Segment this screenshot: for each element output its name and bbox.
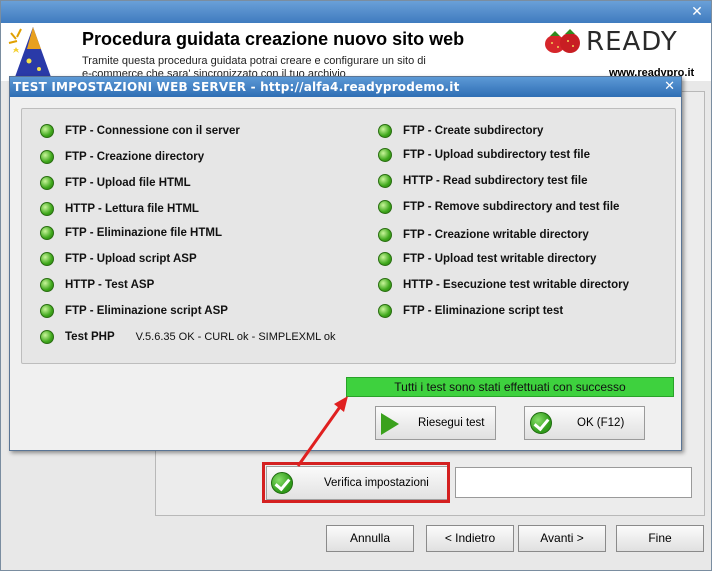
finish-button[interactable]: Fine [616, 525, 704, 552]
test-label: FTP - Upload script ASP [65, 253, 197, 265]
status-ok-icon [40, 278, 54, 292]
dialog-title: TEST IMPOSTAZIONI WEB SERVER - http://al… [13, 80, 460, 94]
test-row: FTP - Creazione writable directory [378, 226, 589, 244]
status-ok-icon [378, 124, 392, 138]
wizard-title: Procedura guidata creazione nuovo sito w… [82, 29, 465, 49]
verify-settings-label: Verifica impostazioni [324, 477, 429, 489]
test-label: FTP - Upload subdirectory test file [403, 149, 591, 161]
status-ok-icon [378, 304, 392, 318]
test-row: HTTP - Read subdirectory test file [378, 172, 587, 190]
test-row: FTP - Creazione directory [40, 148, 204, 166]
test-label: FTP - Eliminazione script test [403, 305, 564, 317]
dialog-titlebar: TEST IMPOSTAZIONI WEB SERVER - http://al… [10, 77, 681, 97]
wizard-titlebar: ✕ [1, 1, 711, 23]
status-ok-icon [40, 124, 54, 138]
retry-test-button[interactable]: Riesegui test [375, 406, 496, 440]
test-row: FTP - Upload subdirectory test file [378, 146, 590, 164]
strawberry-logo-icon [545, 29, 580, 53]
status-ok-icon [378, 148, 392, 162]
status-ok-icon [40, 330, 54, 344]
test-label: HTTP - Esecuzione test writable director… [403, 279, 630, 291]
test-label: FTP - Upload test writable directory [403, 253, 597, 265]
status-ok-icon [40, 176, 54, 190]
test-label: FTP - Eliminazione file HTML [65, 227, 222, 239]
status-ok-icon [378, 252, 392, 266]
status-ok-icon [378, 228, 392, 242]
test-label: FTP - Remove subdirectory and test file [403, 201, 620, 213]
test-label: FTP - Connessione con il server [65, 125, 240, 137]
test-label: FTP - Eliminazione script ASP [65, 305, 228, 317]
test-label: HTTP - Lettura file HTML [65, 203, 199, 215]
dialog-close-icon[interactable]: ✕ [664, 79, 675, 94]
test-row: FTP - Create subdirectory [378, 122, 543, 140]
status-ok-icon [378, 200, 392, 214]
wizard-close-icon[interactable]: ✕ [689, 4, 705, 20]
checkmark-icon [271, 472, 293, 494]
test-label: Test PHP [65, 331, 115, 343]
test-results-panel: FTP - Connessione con il server FTP - Cr… [21, 108, 676, 364]
test-label: HTTP - Test ASP [65, 279, 155, 291]
php-version-detail: V.5.6.35 OK - CURL ok - SIMPLEXML ok [135, 331, 336, 343]
status-ok-icon [40, 304, 54, 318]
ready-logo: READY [586, 27, 678, 57]
status-ok-icon [40, 202, 54, 216]
wizard-desc-line1: Tramite questa procedura guidata potrai … [82, 55, 426, 67]
status-ok-icon [378, 278, 392, 292]
retry-test-label: Riesegui test [418, 417, 485, 429]
test-label: FTP - Creazione directory [65, 151, 205, 163]
test-row: FTP - Upload file HTML [40, 174, 191, 192]
test-row: HTTP - Lettura file HTML [40, 200, 199, 218]
pointer-arrow [296, 396, 348, 467]
test-row: FTP - Upload test writable directory [378, 250, 596, 268]
status-ok-icon [40, 226, 54, 240]
next-button[interactable]: Avanti > [518, 525, 606, 552]
ok-label: OK (F12) [577, 417, 625, 429]
test-label: FTP - Upload file HTML [65, 177, 191, 189]
cancel-button[interactable]: Annulla [326, 525, 414, 552]
status-success-bar: Tutti i test sono stati effettuati con s… [346, 377, 674, 397]
test-row: HTTP - Test ASP [40, 276, 154, 294]
status-ok-icon [378, 174, 392, 188]
test-row: Test PHP V.5.6.35 OK - CURL ok - SIMPLEXM… [40, 328, 336, 346]
verify-result-field[interactable] [455, 467, 692, 498]
status-ok-icon [40, 252, 54, 266]
test-label: FTP - Create subdirectory [403, 125, 544, 137]
wizard-hat-icon [8, 27, 51, 77]
ok-button[interactable]: OK (F12) [524, 406, 645, 440]
play-icon [381, 413, 399, 435]
test-row: FTP - Upload script ASP [40, 250, 197, 268]
test-row: FTP - Eliminazione file HTML [40, 224, 222, 242]
wizard-header: Procedura guidata creazione nuovo sito w… [1, 23, 711, 81]
test-label: FTP - Creazione writable directory [403, 229, 589, 241]
test-row: FTP - Connessione con il server [40, 122, 240, 140]
checkmark-icon [530, 412, 552, 434]
back-button[interactable]: < Indietro [426, 525, 514, 552]
test-row: FTP - Remove subdirectory and test file [378, 198, 619, 216]
test-row: FTP - Eliminazione script ASP [40, 302, 228, 320]
test-row: FTP - Eliminazione script test [378, 302, 563, 320]
status-ok-icon [40, 150, 54, 164]
test-label: HTTP - Read subdirectory test file [403, 175, 588, 187]
test-row: HTTP - Esecuzione test writable director… [378, 276, 629, 294]
